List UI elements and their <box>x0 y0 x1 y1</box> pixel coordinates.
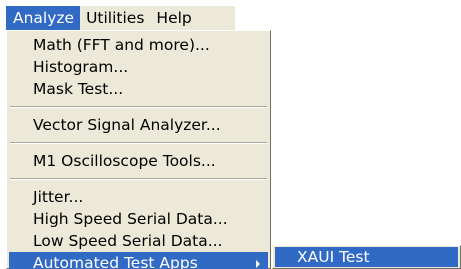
automated-test-apps-submenu: XAUI Test <box>272 245 461 269</box>
menu-item-m1-oscilloscope-tools[interactable]: M1 Oscilloscope Tools... <box>9 150 268 172</box>
menu-separator <box>10 142 267 144</box>
menu-utilities[interactable]: Utilities <box>80 6 150 30</box>
submenu-item-xaui-test[interactable]: XAUI Test <box>275 247 458 267</box>
menu-bar: Analyze Utilities Help <box>6 6 235 30</box>
analyze-dropdown-menu: Math (FFT and more)... Histogram... Mask… <box>6 30 271 269</box>
menu-item-high-speed-serial-data[interactable]: High Speed Serial Data... <box>9 208 268 230</box>
menu-analyze[interactable]: Analyze <box>6 6 81 30</box>
menu-separator <box>10 178 267 180</box>
menu-item-mask-test[interactable]: Mask Test... <box>9 78 268 100</box>
menu-item-vector-signal-analyzer[interactable]: Vector Signal Analyzer... <box>9 114 268 136</box>
menu-help[interactable]: Help <box>150 6 197 30</box>
menu-item-jitter[interactable]: Jitter... <box>9 186 268 208</box>
menu-item-automated-test-apps[interactable]: Automated Test Apps <box>9 252 268 269</box>
chevron-right-icon <box>256 260 260 268</box>
menu-separator <box>10 106 267 108</box>
menu-item-low-speed-serial-data[interactable]: Low Speed Serial Data... <box>9 230 268 252</box>
menu-item-histogram[interactable]: Histogram... <box>9 56 268 78</box>
menu-item-label: Automated Test Apps <box>33 254 198 269</box>
menu-item-math[interactable]: Math (FFT and more)... <box>9 34 268 56</box>
